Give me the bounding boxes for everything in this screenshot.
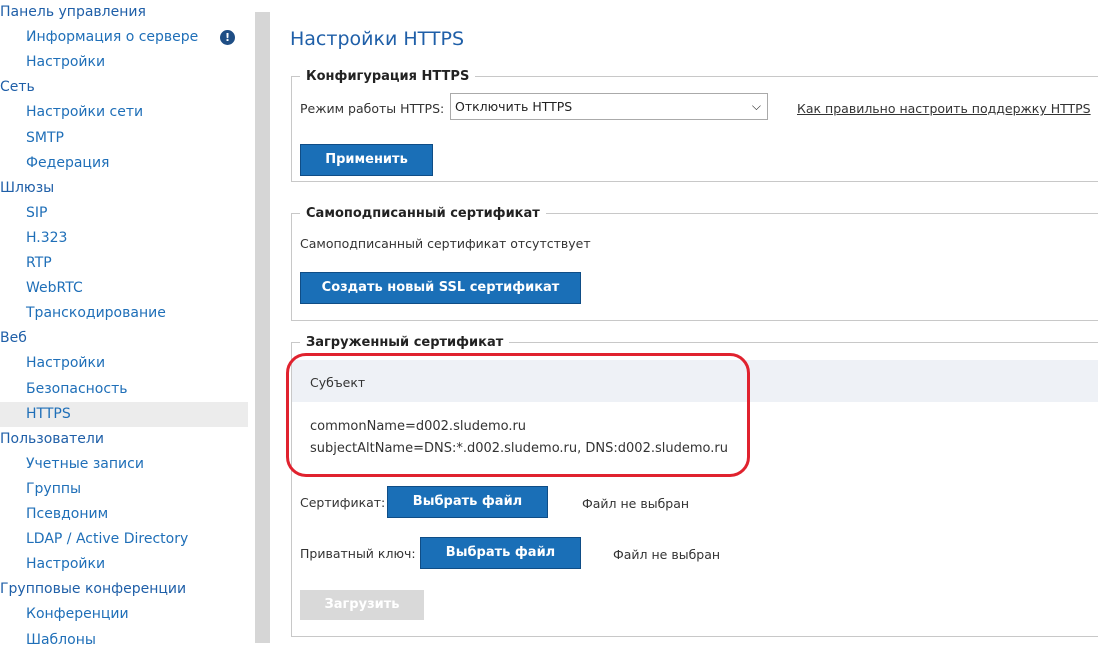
sidebar-item-label: SMTP — [26, 129, 64, 146]
sidebar-item[interactable]: RTP — [0, 251, 248, 276]
sidebar-item-label: Сеть — [0, 79, 35, 96]
cert-file-status: Файл не выбран — [582, 496, 690, 511]
sidebar-item[interactable]: Настройки — [0, 552, 248, 577]
sidebar-item[interactable]: Группы — [0, 477, 248, 502]
sidebar-item[interactable]: Информация о сервере! — [0, 25, 248, 50]
private-key-label: Приватный ключ: — [300, 546, 416, 561]
sidebar-item-label: Группы — [26, 480, 82, 497]
sidebar-item[interactable]: Федерация — [0, 151, 248, 176]
sidebar-item-label: Безопасность — [26, 380, 128, 397]
alert-icon[interactable]: ! — [220, 30, 235, 46]
sidebar-group[interactable]: Шлюзы — [0, 176, 248, 201]
sidebar-item[interactable]: WebRTC — [0, 276, 248, 301]
sidebar-item[interactable]: Настройки — [0, 351, 248, 376]
sidebar-group[interactable]: Панель управления — [0, 0, 248, 25]
sidebar-item-label: SIP — [26, 204, 48, 221]
https-mode-label: Режим работы HTTPS: — [300, 101, 445, 116]
choose-key-file-button[interactable]: Выбрать файл — [420, 537, 581, 569]
sidebar-item-label: Конференции — [26, 606, 129, 623]
choose-cert-file-button[interactable]: Выбрать файл — [387, 486, 548, 518]
sidebar-item-label: Групповые конференции — [0, 581, 187, 598]
sidebar-item[interactable]: SMTP — [0, 126, 248, 151]
upload-button[interactable]: Загрузить — [300, 590, 424, 620]
https-help-link[interactable]: Как правильно настроить поддержку HTTPS — [797, 101, 1091, 116]
sidebar-group[interactable]: Сеть — [0, 75, 248, 100]
sidebar-item-label: Настройки сети — [26, 104, 144, 121]
sidebar-item[interactable]: H.323 — [0, 226, 248, 251]
sidebar-item[interactable]: Псевдоним — [0, 502, 248, 527]
sidebar-scrollbar[interactable] — [255, 12, 270, 643]
sidebar-item-label: HTTPS — [26, 405, 71, 422]
sidebar-item-label: LDAP / Active Directory — [26, 531, 189, 548]
sidebar-item-label: Настройки — [26, 54, 106, 71]
sidebar-item-label: Настройки — [26, 556, 106, 573]
https-mode-value: Отключить HTTPS — [455, 99, 573, 114]
certificate-label: Сертификат: — [300, 495, 386, 510]
sidebar-item-label: Панель управления — [0, 4, 146, 20]
self-signed-status: Самоподписанный сертификат отсутствует — [300, 236, 591, 251]
sidebar-nav: Панель управления Информация о сервере! На… — [0, 0, 255, 648]
sidebar-item[interactable]: Учетные записи — [0, 452, 248, 477]
sidebar-item[interactable]: SIP — [0, 201, 248, 226]
sidebar-item-label: Пользователи — [0, 430, 104, 447]
sidebar-item[interactable]: Конференции — [0, 602, 248, 627]
sidebar-item[interactable]: LDAP / Active Directory — [0, 527, 248, 552]
sidebar-item-label: Веб — [0, 330, 27, 347]
sidebar-item-label: Федерация — [26, 154, 110, 171]
sidebar-item-label: Транскодирование — [26, 305, 166, 322]
page-title: Настройки HTTPS — [290, 28, 465, 50]
sidebar-item-label: H.323 — [26, 229, 68, 246]
uploaded-cert-legend: Загруженный сертификат — [306, 335, 504, 350]
main-panel: Настройки HTTPS Конфигурация HTTPS Режим… — [286, 0, 1098, 643]
sidebar-item[interactable]: Настройки сети — [0, 100, 248, 125]
highlight-ring — [286, 353, 750, 477]
sidebar-item[interactable]: Шаблоны — [0, 628, 248, 653]
sidebar-item-label: Псевдоним — [26, 506, 109, 522]
self-signed-legend: Самоподписанный сертификат — [306, 206, 540, 221]
sidebar-item[interactable]: Настройки — [0, 50, 248, 75]
sidebar-item[interactable]: HTTPS — [0, 401, 248, 427]
sidebar-group[interactable]: Групповые конференции — [0, 577, 248, 602]
sidebar-item-label: Информация о сервере — [26, 29, 199, 46]
chevron-down-icon: ⌵ — [751, 99, 761, 113]
sidebar-item[interactable]: Транскодирование — [0, 301, 248, 326]
apply-button[interactable]: Применить — [300, 144, 433, 176]
key-file-status: Файл не выбран — [613, 547, 721, 562]
sidebar-group[interactable]: Веб — [0, 326, 248, 351]
sidebar-item-label: WebRTC — [26, 280, 83, 297]
create-ssl-button[interactable]: Создать новый SSL сертификат — [300, 272, 581, 304]
sidebar-item-label: Шлюзы — [0, 179, 55, 196]
https-mode-select[interactable]: Отключить HTTPS ⌵ — [450, 93, 768, 120]
sidebar-group[interactable]: Пользователи — [0, 427, 248, 452]
sidebar-item-label: Шаблоны — [26, 631, 96, 648]
https-config-legend: Конфигурация HTTPS — [306, 69, 470, 84]
sidebar-item-label: RTP — [26, 255, 52, 271]
sidebar-item-label: Настройки — [26, 355, 106, 372]
sidebar-item-label: Учетные записи — [26, 455, 144, 472]
sidebar-item[interactable]: Безопасность — [0, 377, 248, 402]
